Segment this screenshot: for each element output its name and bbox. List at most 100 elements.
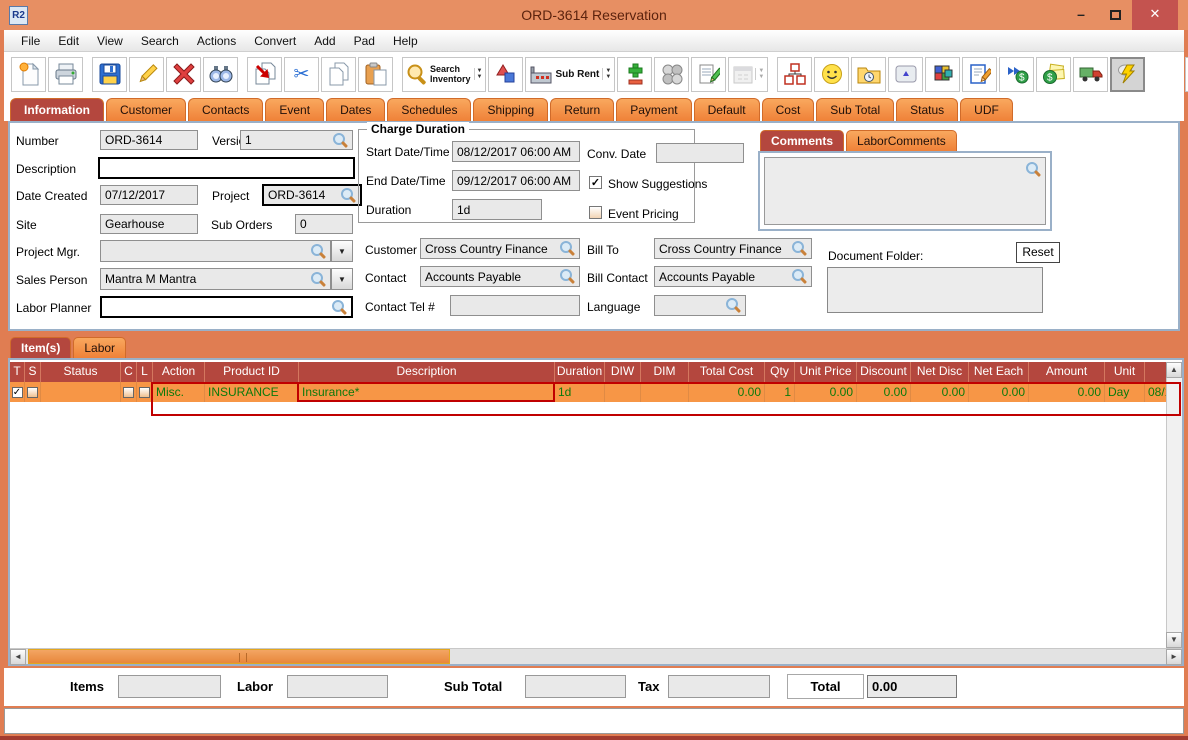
- save-button[interactable]: [92, 56, 127, 92]
- search-inventory-button[interactable]: Search Inventory ▼ ▼: [402, 56, 487, 92]
- col-unit[interactable]: Unit: [1105, 362, 1145, 382]
- scroll-left-button[interactable]: ◄: [10, 649, 26, 665]
- delete-button[interactable]: [166, 56, 201, 92]
- tab-return[interactable]: Return: [550, 98, 615, 121]
- menu-help[interactable]: Help: [384, 34, 427, 48]
- col-net-disc[interactable]: Net Disc: [911, 362, 969, 382]
- number-field[interactable]: ORD-3614: [100, 130, 198, 150]
- bill-to-field[interactable]: Cross Country Finance: [654, 238, 812, 259]
- note-edit-button[interactable]: [962, 56, 998, 92]
- project-search-icon[interactable]: [341, 187, 356, 203]
- dollar-notes-button[interactable]: $: [1036, 56, 1072, 92]
- cell-duration[interactable]: 1d: [555, 382, 605, 402]
- conv-date-field[interactable]: [656, 143, 744, 163]
- show-suggestions-checkbox[interactable]: ✓: [589, 176, 602, 189]
- language-search-icon[interactable]: [726, 298, 741, 313]
- hierarchy-button[interactable]: [777, 56, 813, 92]
- tab-event[interactable]: Event: [265, 98, 325, 121]
- col-unit-price[interactable]: Unit Price: [795, 362, 857, 382]
- cell-discount[interactable]: 0.00: [857, 382, 911, 402]
- col-qty[interactable]: Qty: [765, 362, 795, 382]
- col-l[interactable]: L: [137, 362, 153, 382]
- duration-field[interactable]: 1d: [452, 199, 542, 220]
- maximize-button[interactable]: [1100, 0, 1130, 30]
- comments-search-icon[interactable]: [1026, 162, 1041, 177]
- sales-person-dropdown-button[interactable]: ▼: [331, 268, 353, 290]
- col-t[interactable]: T: [10, 362, 25, 382]
- event-pricing-checkbox[interactable]: [589, 206, 602, 219]
- cubes-button[interactable]: [925, 56, 961, 92]
- table-row[interactable]: ✓ Misc. INSURANCE Insurance* 1d 0.00 1 0…: [10, 382, 1167, 402]
- document-folder-box[interactable]: [827, 267, 1043, 313]
- scrollbar-thumb[interactable]: [28, 649, 450, 664]
- menu-pad[interactable]: Pad: [345, 34, 384, 48]
- project-mgr-field[interactable]: [100, 240, 331, 262]
- notepad-button[interactable]: [691, 56, 727, 92]
- scroll-up-button[interactable]: ▲: [1166, 362, 1182, 378]
- col-dim[interactable]: DIM: [641, 362, 689, 382]
- truck-button[interactable]: [1073, 56, 1109, 92]
- search-inventory-dropdown-icon[interactable]: ▼ ▼: [473, 68, 482, 80]
- cell-net-disc[interactable]: 0.00: [911, 382, 969, 402]
- cell-net-each[interactable]: 0.00: [969, 382, 1029, 402]
- tab-status[interactable]: Status: [896, 98, 959, 121]
- cell-total-cost[interactable]: 0.00: [689, 382, 765, 402]
- tab-customer[interactable]: Customer: [106, 98, 187, 121]
- col-description[interactable]: Description: [299, 362, 555, 382]
- cut-button[interactable]: ✂: [284, 56, 319, 92]
- tab-items[interactable]: Item(s): [10, 337, 72, 358]
- cell-s[interactable]: [25, 382, 41, 402]
- tab-shipping[interactable]: Shipping: [473, 98, 549, 121]
- cell-date-partial[interactable]: 08/1: [1145, 382, 1167, 402]
- scroll-down-button[interactable]: ▼: [1166, 632, 1182, 648]
- bill-to-search-icon[interactable]: [792, 241, 807, 256]
- col-s[interactable]: S: [25, 362, 41, 382]
- checkbox-unchecked[interactable]: [123, 386, 134, 398]
- labor-planner-search-icon[interactable]: [332, 299, 347, 315]
- copy-special-button[interactable]: [247, 56, 282, 92]
- col-action[interactable]: Action: [153, 362, 205, 382]
- sub-orders-field[interactable]: 0: [295, 214, 353, 234]
- customer-field[interactable]: Cross Country Finance: [420, 238, 580, 259]
- tab-payment[interactable]: Payment: [616, 98, 692, 121]
- col-status[interactable]: Status: [41, 362, 121, 382]
- contact-field[interactable]: Accounts Payable: [420, 266, 580, 287]
- menu-add[interactable]: Add: [305, 34, 344, 48]
- minimize-button[interactable]: –: [1066, 0, 1096, 30]
- col-net-each[interactable]: Net Each: [969, 362, 1029, 382]
- add-remove-button[interactable]: [617, 56, 653, 92]
- menu-file[interactable]: File: [12, 34, 49, 48]
- cell-product-id[interactable]: INSURANCE: [205, 382, 299, 402]
- menu-view[interactable]: View: [88, 34, 132, 48]
- contact-search-icon[interactable]: [560, 269, 575, 284]
- project-field[interactable]: ORD-3614: [262, 184, 362, 206]
- cell-description[interactable]: Insurance*: [299, 382, 555, 402]
- keyboard-key-button[interactable]: [888, 56, 924, 92]
- tab-sub-total[interactable]: Sub Total: [816, 98, 895, 121]
- customer-search-icon[interactable]: [560, 241, 575, 256]
- col-diw[interactable]: DIW: [605, 362, 641, 382]
- language-field[interactable]: [654, 295, 746, 316]
- new-document-button[interactable]: [11, 56, 46, 92]
- tab-labor[interactable]: Labor: [73, 337, 127, 358]
- checkbox-unchecked[interactable]: [139, 386, 150, 398]
- labor-planner-field[interactable]: [100, 296, 353, 318]
- col-product-id[interactable]: Product ID: [205, 362, 299, 382]
- start-datetime-field[interactable]: 08/12/2017 06:00 AM: [452, 141, 580, 162]
- col-amount[interactable]: Amount: [1029, 362, 1105, 382]
- cell-unit[interactable]: Day: [1105, 382, 1145, 402]
- checkbox-checked[interactable]: ✓: [11, 386, 23, 398]
- site-field[interactable]: Gearhouse: [100, 214, 198, 234]
- edit-button[interactable]: [129, 56, 164, 92]
- tab-udf[interactable]: UDF: [960, 98, 1013, 121]
- tab-information[interactable]: Information: [10, 98, 104, 121]
- sales-person-field[interactable]: Mantra M Mantra: [100, 268, 331, 290]
- bill-contact-field[interactable]: Accounts Payable: [654, 266, 812, 287]
- contact-tel-field[interactable]: [450, 295, 580, 316]
- date-created-field[interactable]: 07/12/2017: [100, 185, 198, 205]
- comments-textarea[interactable]: [764, 157, 1046, 225]
- horizontal-scrollbar[interactable]: ◄ ►: [10, 648, 1182, 665]
- spheres-button[interactable]: [654, 56, 690, 92]
- col-c[interactable]: C: [121, 362, 137, 382]
- tab-default[interactable]: Default: [693, 98, 760, 121]
